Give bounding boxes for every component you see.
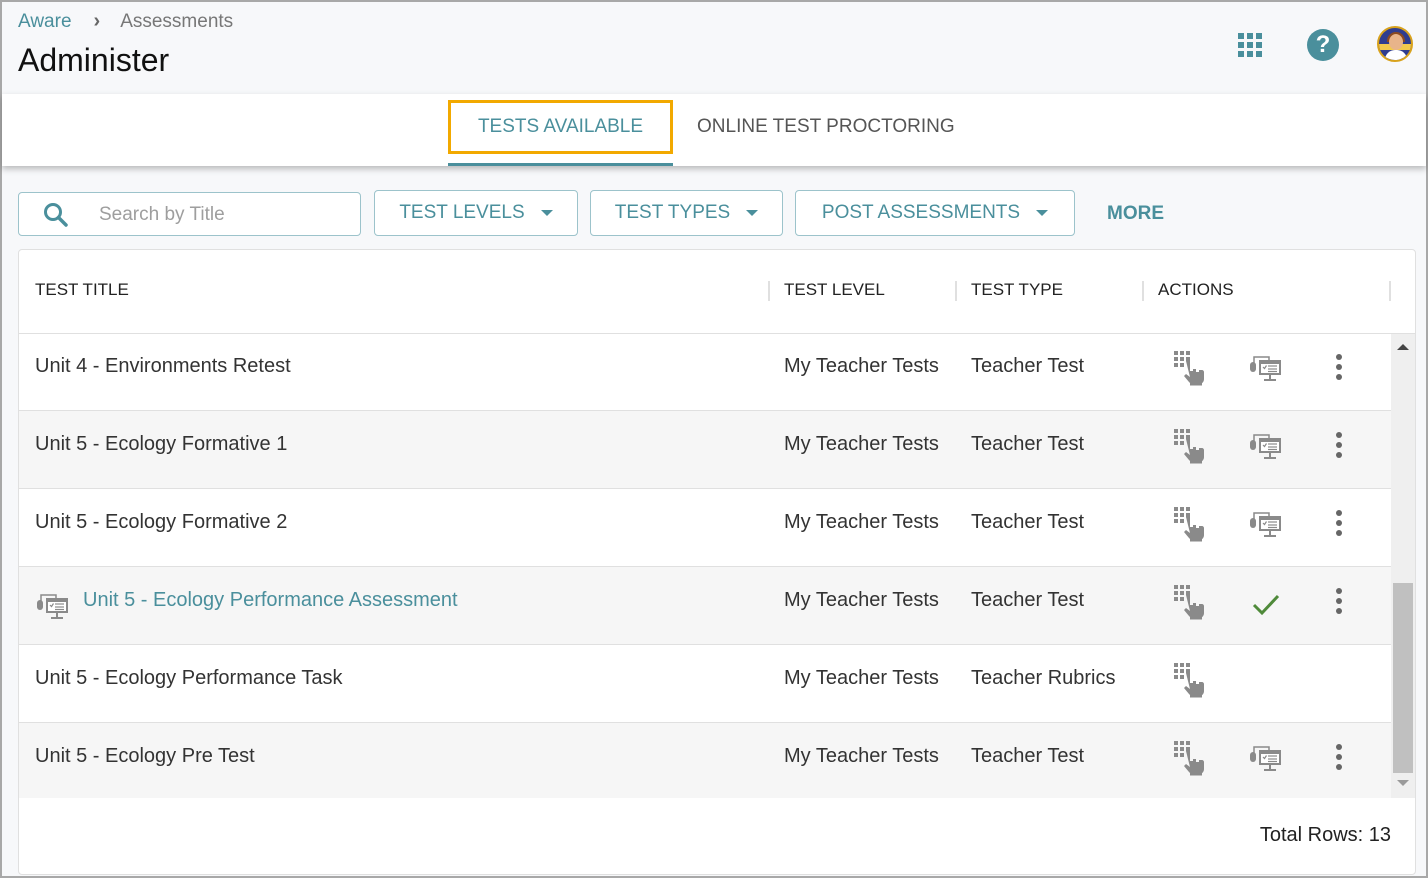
test-type: Teacher Test <box>971 355 1085 377</box>
post-online-test-icon[interactable] <box>1249 509 1283 547</box>
test-level: My Teacher Tests <box>784 667 939 689</box>
tab-tests-available[interactable]: TESTS AVAILABLE <box>448 100 673 154</box>
test-title: Unit 5 - Ecology Formative 2 <box>35 511 288 533</box>
breadcrumb-assessments: Assessments <box>120 10 234 32</box>
search-placeholder: Search by Title <box>99 204 225 225</box>
table-scrollbar[interactable] <box>1391 334 1415 798</box>
avatar-face <box>1389 34 1403 50</box>
table-row[interactable]: Unit 5 - Ecology Performance Task My Teac… <box>19 645 1391 723</box>
test-types-label: TEST TYPES <box>614 202 731 223</box>
active-tab-indicator <box>448 163 673 166</box>
post-online-test-icon[interactable] <box>1249 353 1283 391</box>
chevron-right-icon: › <box>93 10 101 32</box>
column-resize-handle[interactable] <box>768 281 770 301</box>
test-levels-label: TEST LEVELS <box>399 202 525 223</box>
column-header-test-level[interactable]: TEST LEVEL <box>784 280 885 300</box>
post-online-test-icon[interactable] <box>1249 743 1283 781</box>
test-level: My Teacher Tests <box>784 589 939 611</box>
page-title: Administer <box>18 42 170 78</box>
page-header: Aware › Assessments Administer ? <box>2 2 1426 94</box>
tab-bar: TESTS AVAILABLE ONLINE TEST PROCTORING <box>2 94 1426 166</box>
avatar[interactable] <box>1377 26 1413 62</box>
more-vertical-icon[interactable] <box>1327 431 1351 461</box>
table-row[interactable]: Unit 5 - Ecology Formative 1 My Teacher T… <box>19 411 1391 489</box>
answer-key-entry-icon[interactable] <box>1172 583 1206 621</box>
column-header-actions: ACTIONS <box>1158 280 1234 299</box>
more-vertical-icon[interactable] <box>1327 353 1351 383</box>
table-header: TEST TITLE TEST LEVEL TEST TYPE ACTIONS <box>19 250 1415 334</box>
more-vertical-icon[interactable] <box>1327 587 1351 617</box>
caret-down-icon <box>1036 210 1049 216</box>
test-title: Unit 5 - Ecology Formative 1 <box>35 433 288 455</box>
post-assessments-dropdown[interactable]: POST ASSESSMENTS <box>795 190 1075 236</box>
test-type: Teacher Test <box>971 511 1085 533</box>
test-level: My Teacher Tests <box>784 511 939 533</box>
table-row[interactable]: Unit 5 - Ecology Performance Assessment M… <box>19 567 1391 645</box>
column-header-test-type[interactable]: TEST TYPE <box>971 280 1063 300</box>
checkmark-icon[interactable] <box>1251 591 1281 619</box>
avatar-body <box>1385 50 1407 60</box>
test-title: Unit 4 - Environments Retest <box>35 355 291 377</box>
table-body: Unit 4 - Environments Retest My Teacher T… <box>19 334 1391 798</box>
column-resize-handle[interactable] <box>1142 281 1144 301</box>
help-icon[interactable]: ? <box>1307 29 1339 61</box>
more-vertical-icon[interactable] <box>1327 743 1351 773</box>
apps-grid-icon[interactable] <box>1238 33 1262 57</box>
answer-key-entry-icon[interactable] <box>1172 349 1206 387</box>
caret-down-icon <box>540 210 553 216</box>
more-button[interactable]: MORE <box>1107 203 1164 225</box>
online-test-icon <box>36 591 70 619</box>
test-type: Teacher Test <box>971 589 1085 611</box>
scroll-up-arrow-icon[interactable] <box>1397 344 1409 350</box>
tests-table: TEST TITLE TEST LEVEL TEST TYPE ACTIONS … <box>18 249 1416 875</box>
filter-bar: Search by Title TEST LEVELS TEST TYPES P… <box>18 190 1418 236</box>
column-header-test-title[interactable]: TEST TITLE <box>35 280 129 300</box>
test-types-dropdown[interactable]: TEST TYPES <box>590 190 783 236</box>
test-levels-dropdown[interactable]: TEST LEVELS <box>374 190 578 236</box>
table-row[interactable]: Unit 5 - Ecology Pre Test My Teacher Test… <box>19 723 1391 798</box>
test-type: Teacher Test <box>971 433 1085 455</box>
column-resize-handle[interactable] <box>1389 281 1391 301</box>
test-title: Unit 5 - Ecology Performance Task <box>35 667 343 689</box>
breadcrumb: Aware › Assessments <box>18 10 233 33</box>
scroll-down-arrow-icon[interactable] <box>1397 780 1409 786</box>
breadcrumb-aware-link[interactable]: Aware <box>18 11 72 33</box>
test-level: My Teacher Tests <box>784 355 939 377</box>
test-level: My Teacher Tests <box>784 433 939 455</box>
search-input[interactable]: Search by Title <box>18 192 361 236</box>
table-row[interactable]: Unit 4 - Environments Retest My Teacher T… <box>19 334 1391 411</box>
total-rows-count: Total Rows: 13 <box>1259 824 1391 846</box>
column-resize-handle[interactable] <box>955 281 957 301</box>
more-vertical-icon[interactable] <box>1327 509 1351 539</box>
answer-key-entry-icon[interactable] <box>1172 661 1206 699</box>
post-online-test-icon[interactable] <box>1249 431 1283 469</box>
caret-down-icon <box>746 210 759 216</box>
post-assessments-label: POST ASSESSMENTS <box>821 202 1021 223</box>
table-row[interactable]: Unit 5 - Ecology Formative 2 My Teacher T… <box>19 489 1391 567</box>
answer-key-entry-icon[interactable] <box>1172 739 1206 777</box>
tab-online-test-proctoring[interactable]: ONLINE TEST PROCTORING <box>697 100 955 154</box>
answer-key-entry-icon[interactable] <box>1172 505 1206 543</box>
answer-key-entry-icon[interactable] <box>1172 427 1206 465</box>
scroll-thumb[interactable] <box>1393 583 1413 773</box>
search-icon <box>44 203 68 227</box>
test-type: Teacher Rubrics <box>971 667 1116 689</box>
test-type: Teacher Test <box>971 745 1085 767</box>
test-title: Unit 5 - Ecology Pre Test <box>35 745 255 767</box>
test-level: My Teacher Tests <box>784 745 939 767</box>
test-title-link[interactable]: Unit 5 - Ecology Performance Assessment <box>83 589 458 612</box>
